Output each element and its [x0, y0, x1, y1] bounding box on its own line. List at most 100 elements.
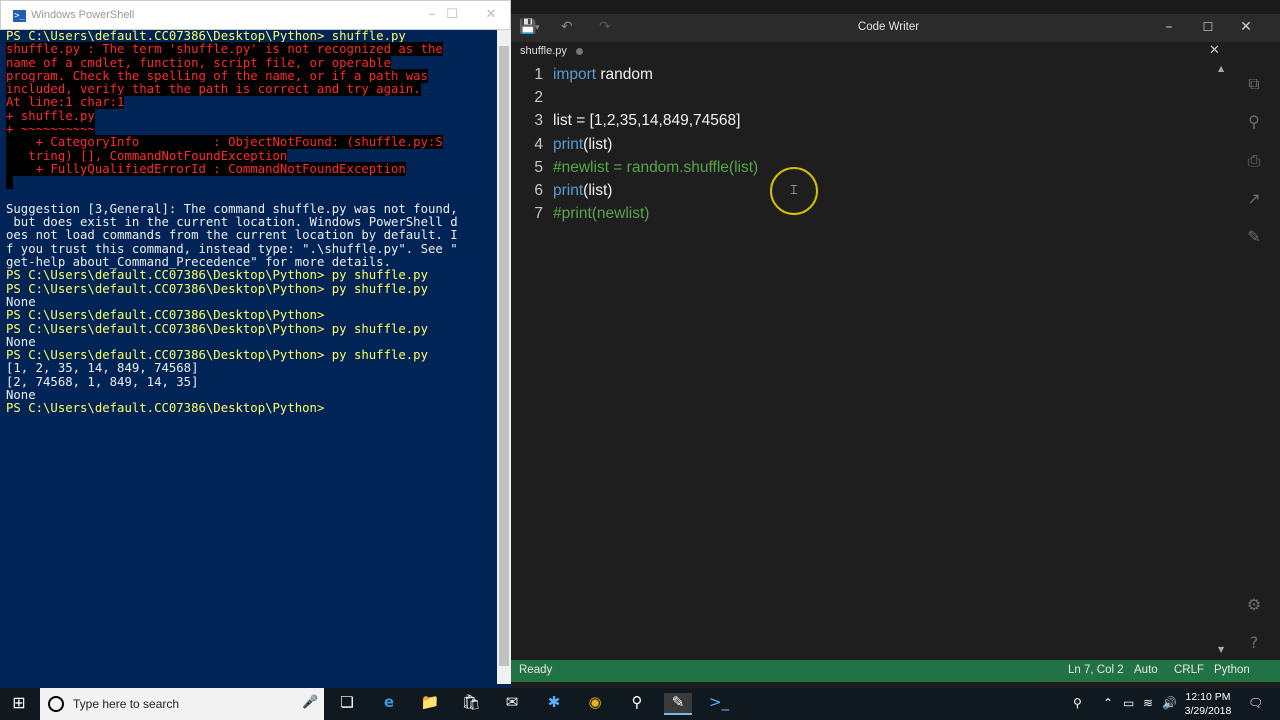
minimize-button[interactable]: –	[422, 7, 442, 22]
task-view-icon[interactable]: ❏	[333, 693, 361, 715]
console-output-text: None	[6, 388, 36, 403]
pen-icon[interactable]: ✎	[1244, 227, 1264, 247]
maximize-button[interactable]: ☐	[1193, 20, 1223, 34]
edge-icon[interactable]: e	[375, 693, 403, 715]
taskbar-search[interactable]: Type here to search 🎤	[40, 688, 324, 720]
help-icon[interactable]: ?	[1244, 633, 1264, 653]
taskbar-clock[interactable]: 12:10 PM 3/29/2018	[1178, 690, 1238, 718]
powershell-title: Windows PowerShell	[31, 9, 135, 21]
console-output-text: oes not load commands from the current l…	[6, 228, 458, 243]
code-writer-taskbar-icon[interactable]: ✎	[664, 693, 692, 715]
powershell-window[interactable]: >_ Windows PowerShell – ☐ ✕ PS C:\Users\…	[0, 0, 511, 688]
line-number: 5	[534, 158, 543, 176]
console-line: + ~~~~~~~~~~	[6, 122, 458, 137]
code-writer-title-bar[interactable]: 💾 ▾ ↶ ↷ Code Writer – ☐ ✕	[511, 14, 1280, 42]
console-prompt: PS C:\Users\default.CC07386\Desktop\Pyth…	[6, 308, 332, 323]
search-app-icon[interactable]: ⚲	[623, 693, 651, 715]
editor-scrollbar[interactable]: ▲ ▼	[1217, 64, 1227, 656]
app-title: Code Writer	[857, 21, 920, 33]
wifi-icon[interactable]: ≋	[1143, 696, 1153, 710]
console-line: PS C:\Users\default.CC07386\Desktop\Pyth…	[6, 281, 458, 296]
code-line[interactable]: import random	[553, 66, 653, 84]
line-number: 2	[534, 89, 543, 107]
console-line: PS C:\Users\default.CC07386\Desktop\Pyth…	[6, 402, 458, 415]
text-cursor-icon: ⌶	[790, 183, 798, 198]
battery-icon[interactable]: ▭	[1123, 696, 1134, 710]
windows-start-icon[interactable]: ⊞	[5, 693, 33, 715]
code-line[interactable]: #newlist = random.shuffle(list)	[553, 159, 758, 177]
console-command: py shuffle.py	[331, 281, 428, 296]
console-command: py shuffle.py	[331, 348, 428, 363]
share-icon[interactable]: ↗	[1244, 189, 1264, 209]
powershell-title-bar[interactable]: >_ Windows PowerShell – ☐ ✕	[0, 0, 511, 30]
code-text: list = [1,2,35,14,849,74568]	[553, 112, 741, 130]
scroll-up-icon[interactable]: ▲	[1218, 64, 1224, 73]
code-writer-window[interactable]: 💾 ▾ ↶ ↷ Code Writer – ☐ ✕ shuffle.py ✕ 1…	[511, 14, 1280, 688]
notifications-icon[interactable]: 🗨	[1248, 696, 1263, 710]
line-ending-selector[interactable]: CRLF	[1174, 664, 1204, 676]
console-error-text: + shuffle.py	[6, 108, 95, 123]
gear-icon[interactable]: ⚙	[1244, 595, 1264, 615]
people-icon[interactable]: ⚲	[1073, 696, 1082, 710]
code-text: random	[596, 66, 653, 83]
file-explorer-icon[interactable]: 📁	[416, 693, 444, 715]
line-number: 3	[534, 112, 543, 130]
console-output-text: None	[6, 334, 36, 349]
code-text: (list)	[583, 182, 613, 199]
console-line: + shuffle.py	[6, 108, 458, 123]
scroll-down-icon[interactable]: ▼	[1218, 645, 1224, 654]
search-icon[interactable]: ⚲	[1244, 112, 1264, 132]
code-line[interactable]: print(list)	[553, 136, 612, 154]
console-line: [1, 2, 35, 14, 849, 74568]	[6, 362, 458, 375]
line-number: 1	[534, 66, 543, 83]
console-scrollbar[interactable]	[497, 30, 511, 684]
mail-icon[interactable]: ✉	[498, 693, 526, 715]
code-line[interactable]: print(list)	[553, 182, 612, 200]
snipping-tool-icon[interactable]: ✱	[540, 693, 568, 715]
code-editor[interactable]: 1 import random 2 3 list = [1,2,35,14,849,74…	[511, 64, 1217, 656]
console-line: PS C:\Users\default.CC07386\Desktop\Pyth…	[6, 269, 458, 282]
console-line: tring) [], CommandNotFoundException	[6, 148, 458, 163]
console-command: shuffle.py	[331, 30, 406, 43]
console-line: None	[6, 295, 458, 309]
microphone-icon[interactable]: 🎤	[302, 695, 318, 710]
maximize-button[interactable]: ☐	[442, 7, 462, 22]
console-line: PS C:\Users\default.CC07386\Desktop\Pyth…	[6, 321, 458, 336]
close-button[interactable]: ✕	[1231, 19, 1261, 35]
line-number: 7	[534, 205, 543, 223]
console-line: but does exist in the current location. …	[6, 216, 457, 229]
console-command: py shuffle.py	[331, 321, 428, 336]
console-error-text: program. Check the spelling of the name,…	[6, 68, 428, 83]
scroll-thumb[interactable]	[499, 46, 509, 666]
cursor-position[interactable]: Ln 7, Col 2	[1068, 664, 1124, 676]
unsaved-dot-icon	[575, 47, 583, 55]
code-line[interactable]: list = [1,2,35,14,849,74568]	[553, 112, 740, 130]
powershell-console[interactable]: PS C:\Users\default.CC07386\Desktop\Pyth…	[0, 30, 497, 684]
encoding-selector[interactable]: Auto	[1134, 664, 1158, 676]
powershell-taskbar-icon[interactable]: >_	[705, 693, 733, 715]
print-icon[interactable]: ⎙	[1244, 151, 1264, 171]
close-button[interactable]: ✕	[481, 7, 501, 22]
language-selector[interactable]: Python	[1214, 664, 1250, 676]
store-icon[interactable]: 🛍	[457, 693, 485, 715]
console-prompt: PS C:\Users\default.CC07386\Desktop\Pyth…	[6, 348, 332, 363]
code-keyword: print	[553, 135, 584, 153]
copy-icon[interactable]: ⧉	[1244, 74, 1264, 94]
chrome-icon[interactable]: ◉	[581, 693, 609, 715]
tab-shuffle-py[interactable]: shuffle.py	[520, 45, 583, 57]
console-prompt: PS C:\Users\default.CC07386\Desktop\Pyth…	[6, 281, 332, 296]
console-line: PS C:\Users\default.CC07386\Desktop\Pyth…	[6, 348, 458, 363]
code-comment: #newlist = random.shuffle(list)	[553, 158, 759, 176]
console-line: None	[6, 388, 458, 403]
console-error-text: tring) [], CommandNotFoundException	[6, 148, 288, 163]
minimize-button[interactable]: –	[1154, 19, 1184, 35]
chevron-up-icon[interactable]: ⌃	[1103, 696, 1113, 710]
console-prompt: PS C:\Users\default.CC07386\Desktop\Pyth…	[6, 321, 332, 336]
code-line[interactable]: #print(newlist)	[553, 205, 649, 223]
console-line: oes not load commands from the current l…	[6, 229, 458, 242]
line-number: 4	[534, 135, 543, 153]
tab-close-icon[interactable]: ✕	[1209, 43, 1220, 58]
volume-icon[interactable]: 🔊	[1162, 696, 1177, 710]
console-line: Suggestion [3,General]: The command shuf…	[6, 202, 458, 216]
console-output-text: f you trust this command, instead type: …	[6, 241, 458, 256]
